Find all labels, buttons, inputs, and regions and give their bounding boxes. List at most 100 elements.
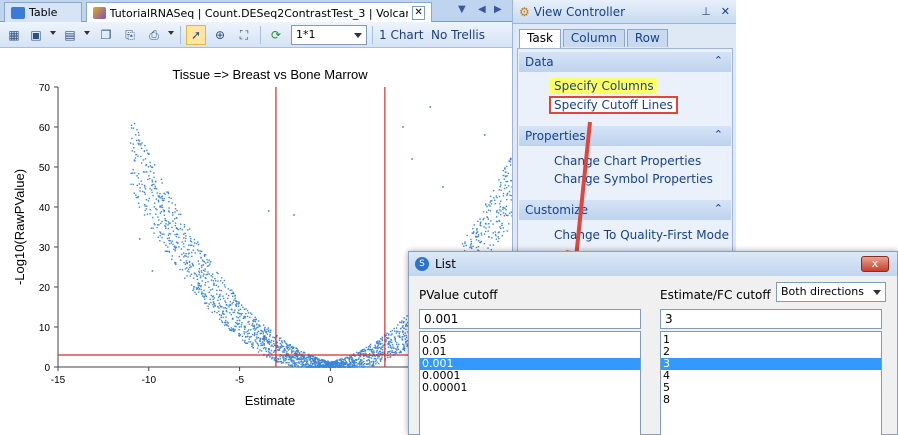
data-point [499, 203, 501, 205]
data-point [259, 332, 261, 335]
tab-volcano-plot[interactable]: TutorialRNASeq | Count.DESeq2ContrastTes… [86, 2, 432, 23]
data-point [380, 348, 382, 350]
close-panel-icon[interactable]: ✕ [721, 5, 730, 18]
specify-cutoff-lines-link[interactable]: Specify Cutoff Lines [549, 96, 678, 114]
data-point [229, 301, 232, 303]
data-point [248, 341, 250, 343]
data-point [302, 358, 305, 360]
close-dialog-button[interactable]: x [861, 256, 889, 272]
data-point [161, 204, 163, 207]
estimate-option[interactable]: 1 [661, 334, 881, 346]
data-point [159, 239, 161, 242]
data-point [210, 279, 213, 281]
data-point [133, 192, 136, 194]
print-dropdown-icon[interactable] [168, 31, 174, 35]
data-point [245, 331, 247, 333]
collapse-icon[interactable]: ⌃ [714, 54, 723, 67]
chart-count-button[interactable]: 1 Chart [379, 28, 423, 42]
zoom-icon[interactable]: ⊕ [210, 25, 230, 45]
data-point [342, 363, 345, 365]
data-point [487, 209, 490, 211]
data-point [161, 199, 164, 202]
pvalue-option[interactable]: 0.00001 [420, 382, 640, 394]
copy-icon[interactable]: ▤ [60, 25, 80, 45]
tab-column[interactable]: Column [562, 29, 625, 47]
pin-icon[interactable]: ⊥ [701, 5, 711, 18]
data-point [238, 326, 241, 328]
pointer-icon[interactable]: ➚ [186, 25, 206, 45]
estimate-option[interactable]: 8 [661, 394, 881, 406]
data-point [338, 366, 340, 368]
direction-select[interactable]: Both directions [776, 282, 886, 302]
paste-icon[interactable]: ❐ [96, 25, 116, 45]
data-point [196, 287, 198, 290]
print-icon[interactable]: ⎙ [144, 25, 164, 45]
data-point [149, 161, 151, 164]
tab-table[interactable]: Table [4, 2, 82, 22]
data-point [283, 348, 286, 350]
estimate-option[interactable]: 4 [661, 370, 881, 382]
data-point [491, 237, 493, 239]
section-properties-header[interactable]: Properties ⌃ [519, 126, 731, 146]
data-point [401, 338, 403, 340]
data-point [500, 189, 502, 192]
data-point [143, 191, 146, 194]
pvalue-cutoff-input[interactable]: 0.001 [419, 309, 641, 329]
tab-row[interactable]: Row [626, 29, 668, 47]
trellis-mode-button[interactable]: No Trellis [431, 28, 485, 42]
tab-scroll-left-icon[interactable]: ◀ [478, 4, 486, 15]
trellis-layout-select[interactable]: 1*1 [291, 25, 367, 45]
data-point [147, 200, 150, 202]
estimate-option[interactable]: 5 [661, 382, 881, 394]
data-point [232, 328, 235, 330]
data-point [497, 240, 499, 243]
data-point [199, 276, 202, 279]
section-customize-header[interactable]: Customize ⌃ [519, 200, 731, 220]
tab-dropdown-icon[interactable]: ▼ [458, 4, 466, 15]
pvalue-option[interactable]: 0.05 [420, 334, 640, 346]
data-point [184, 232, 186, 234]
fit-icon[interactable]: ⛶ [234, 25, 254, 45]
clipboard-icon[interactable]: ⎘ [120, 25, 140, 45]
layout-icon[interactable]: ▦ [4, 25, 24, 45]
data-point [405, 323, 408, 325]
data-point [299, 361, 301, 363]
data-point [487, 223, 490, 225]
data-point [200, 288, 202, 291]
estimate-option[interactable]: 2 [661, 346, 881, 358]
data-point [502, 192, 505, 195]
data-point [508, 223, 510, 225]
data-point [497, 231, 500, 234]
specify-columns-link[interactable]: Specify Columns [550, 78, 658, 94]
data-point [137, 142, 139, 145]
data-point [375, 359, 377, 361]
data-point [365, 366, 367, 368]
data-point [250, 335, 252, 338]
pvalue-cutoff-list[interactable]: 0.05 0.01 0.001 0.0001 0.00001 [419, 331, 641, 435]
close-tab-icon[interactable]: ✕ [412, 6, 425, 20]
estimate-cutoff-list[interactable]: 123458 [660, 331, 882, 435]
data-point [379, 343, 381, 345]
data-point [212, 301, 215, 303]
data-point [168, 232, 170, 235]
copy-dropdown-icon[interactable] [84, 31, 90, 35]
estimate-option[interactable]: 3 [661, 358, 881, 370]
data-point [374, 344, 376, 347]
export-dropdown-icon[interactable] [50, 31, 56, 35]
data-point [179, 223, 182, 225]
data-point [191, 262, 193, 265]
x-axis-label: Estimate [245, 393, 296, 408]
collapse-icon[interactable]: ⌃ [714, 202, 723, 215]
tab-scroll-right-icon[interactable]: ▶ [494, 4, 502, 15]
data-point [306, 359, 308, 361]
data-point [234, 325, 236, 327]
tab-task[interactable]: Task [519, 29, 561, 48]
collapse-icon[interactable]: ⌃ [714, 128, 723, 141]
section-data-header[interactable]: Data ⌃ [519, 52, 731, 72]
refresh-icon[interactable]: ⟳ [266, 25, 286, 45]
data-point [281, 342, 283, 344]
data-point [501, 234, 504, 237]
export-icon[interactable]: ▣ [26, 25, 46, 45]
data-point [388, 342, 390, 344]
estimate-cutoff-input[interactable]: 3 [660, 309, 882, 329]
